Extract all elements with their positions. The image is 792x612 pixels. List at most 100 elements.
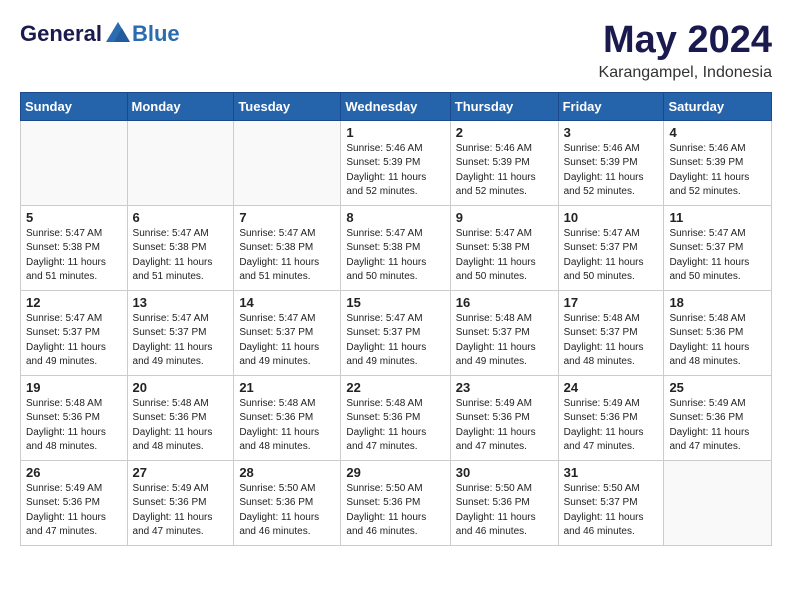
day-info: Sunrise: 5:47 AM Sunset: 5:37 PM Dayligh… [564,227,659,285]
day-cell: 24 Sunrise: 5:49 AM Sunset: 5:36 PM Dayli… [558,375,664,460]
day-cell: 30 Sunrise: 5:50 AM Sunset: 5:36 PM Dayli… [450,460,558,545]
day-number: 14 [239,295,335,310]
day-number: 29 [346,465,444,480]
day-cell: 23Sunrise: 5:49 AM Sunset: 5:36 PM Dayli… [450,375,558,460]
day-number: 24 [564,380,659,395]
day-number: 1 [346,125,444,140]
day-info: Sunrise: 5:47 AM Sunset: 5:38 PM Dayligh… [456,227,553,285]
day-number: 4 [669,125,766,140]
day-info: Sunrise: 5:47 AM Sunset: 5:37 PM Dayligh… [239,312,335,370]
day-cell: 4 Sunrise: 5:46 AM Sunset: 5:39 PM Daylig… [664,120,772,205]
day-number: 27 [133,465,229,480]
day-number: 22 [346,380,444,395]
day-info: Sunrise: 5:47 AM Sunset: 5:38 PM Dayligh… [133,227,229,285]
day-number: 28 [239,465,335,480]
day-number: 11 [669,210,766,225]
day-info: Sunrise: 5:46 AM Sunset: 5:39 PM Dayligh… [564,142,659,200]
day-cell: 26 Sunrise: 5:49 AM Sunset: 5:36 PM Dayli… [21,460,128,545]
calendar-table: SundayMondayTuesdayWednesdayThursdayFrid… [20,92,772,546]
day-info: Sunrise: 5:50 AM Sunset: 5:37 PM Dayligh… [564,482,659,540]
day-number: 8 [346,210,444,225]
day-info: Sunrise: 5:48 AM Sunset: 5:36 PM Dayligh… [133,397,229,455]
day-cell: 19 Sunrise: 5:48 AM Sunset: 5:36 PM Dayli… [21,375,128,460]
day-number: 13 [133,295,229,310]
day-cell: 17 Sunrise: 5:48 AM Sunset: 5:37 PM Dayli… [558,290,664,375]
day-number: 31 [564,465,659,480]
month-title: May 2024 [599,20,772,62]
day-info: Sunrise: 5:48 AM Sunset: 5:36 PM Dayligh… [239,397,335,455]
day-number: 9 [456,210,553,225]
day-info: Sunrise: 5:48 AM Sunset: 5:37 PM Dayligh… [564,312,659,370]
day-cell: 9 Sunrise: 5:47 AM Sunset: 5:38 PM Daylig… [450,205,558,290]
day-info: Sunrise: 5:50 AM Sunset: 5:36 PM Dayligh… [346,482,444,540]
day-info: Sunrise: 5:48 AM Sunset: 5:36 PM Dayligh… [26,397,122,455]
day-info: Sunrise: 5:49 AM Sunset: 5:36 PM Dayligh… [669,397,766,455]
title-block: May 2024 Karangampel, Indonesia [599,20,772,82]
day-cell: 31 Sunrise: 5:50 AM Sunset: 5:37 PM Dayli… [558,460,664,545]
week-row-2: 5 Sunrise: 5:47 AM Sunset: 5:38 PM Daylig… [21,205,772,290]
day-number: 5 [26,210,122,225]
day-cell: 20 Sunrise: 5:48 AM Sunset: 5:36 PM Dayli… [127,375,234,460]
day-number: 7 [239,210,335,225]
day-number: 25 [669,380,766,395]
day-number: 26 [26,465,122,480]
week-row-1: 1 Sunrise: 5:46 AM Sunset: 5:39 PM Daylig… [21,120,772,205]
day-info: Sunrise: 5:47 AM Sunset: 5:38 PM Dayligh… [239,227,335,285]
page-header: General Blue May 2024 Karangampel, Indon… [20,20,772,82]
day-cell: 11 Sunrise: 5:47 AM Sunset: 5:37 PM Dayli… [664,205,772,290]
day-cell: 12Sunrise: 5:47 AM Sunset: 5:37 PM Dayli… [21,290,128,375]
weekday-header-monday: Monday [127,92,234,120]
day-number: 2 [456,125,553,140]
weekday-header-friday: Friday [558,92,664,120]
day-cell: 7 Sunrise: 5:47 AM Sunset: 5:38 PM Daylig… [234,205,341,290]
day-info: Sunrise: 5:48 AM Sunset: 5:36 PM Dayligh… [346,397,444,455]
week-row-5: 26 Sunrise: 5:49 AM Sunset: 5:36 PM Dayli… [21,460,772,545]
day-info: Sunrise: 5:46 AM Sunset: 5:39 PM Dayligh… [346,142,444,200]
day-number: 23 [456,380,553,395]
day-cell: 2Sunrise: 5:46 AM Sunset: 5:39 PM Daylig… [450,120,558,205]
weekday-header-row: SundayMondayTuesdayWednesdayThursdayFrid… [21,92,772,120]
day-cell: 3 Sunrise: 5:46 AM Sunset: 5:39 PM Daylig… [558,120,664,205]
day-info: Sunrise: 5:46 AM Sunset: 5:39 PM Dayligh… [669,142,766,200]
weekday-header-sunday: Sunday [21,92,128,120]
day-number: 3 [564,125,659,140]
day-info: Sunrise: 5:48 AM Sunset: 5:37 PM Dayligh… [456,312,553,370]
logo: General Blue [20,20,180,48]
day-number: 19 [26,380,122,395]
day-cell [664,460,772,545]
day-number: 18 [669,295,766,310]
day-cell: 13Sunrise: 5:47 AM Sunset: 5:37 PM Dayli… [127,290,234,375]
day-cell [234,120,341,205]
day-info: Sunrise: 5:49 AM Sunset: 5:36 PM Dayligh… [564,397,659,455]
day-info: Sunrise: 5:47 AM Sunset: 5:38 PM Dayligh… [346,227,444,285]
day-cell: 14 Sunrise: 5:47 AM Sunset: 5:37 PM Dayli… [234,290,341,375]
logo-icon [104,20,132,48]
week-row-4: 19 Sunrise: 5:48 AM Sunset: 5:36 PM Dayli… [21,375,772,460]
day-cell: 16Sunrise: 5:48 AM Sunset: 5:37 PM Dayli… [450,290,558,375]
day-cell [21,120,128,205]
day-cell: 22 Sunrise: 5:48 AM Sunset: 5:36 PM Dayli… [341,375,450,460]
day-cell: 25 Sunrise: 5:49 AM Sunset: 5:36 PM Dayli… [664,375,772,460]
day-cell: 5 Sunrise: 5:47 AM Sunset: 5:38 PM Daylig… [21,205,128,290]
day-info: Sunrise: 5:48 AM Sunset: 5:36 PM Dayligh… [669,312,766,370]
day-cell: 28 Sunrise: 5:50 AM Sunset: 5:36 PM Dayli… [234,460,341,545]
day-info: Sunrise: 5:50 AM Sunset: 5:36 PM Dayligh… [456,482,553,540]
day-cell: 27Sunrise: 5:49 AM Sunset: 5:36 PM Dayli… [127,460,234,545]
day-number: 20 [133,380,229,395]
day-number: 17 [564,295,659,310]
location-text: Karangampel, Indonesia [599,64,772,82]
day-cell: 21 Sunrise: 5:48 AM Sunset: 5:36 PM Dayli… [234,375,341,460]
weekday-header-thursday: Thursday [450,92,558,120]
day-info: Sunrise: 5:50 AM Sunset: 5:36 PM Dayligh… [239,482,335,540]
day-cell: 8 Sunrise: 5:47 AM Sunset: 5:38 PM Daylig… [341,205,450,290]
day-info: Sunrise: 5:47 AM Sunset: 5:37 PM Dayligh… [669,227,766,285]
weekday-header-tuesday: Tuesday [234,92,341,120]
day-number: 30 [456,465,553,480]
day-number: 21 [239,380,335,395]
day-info: Sunrise: 5:47 AM Sunset: 5:37 PM Dayligh… [26,312,122,370]
day-info: Sunrise: 5:47 AM Sunset: 5:37 PM Dayligh… [346,312,444,370]
day-info: Sunrise: 5:49 AM Sunset: 5:36 PM Dayligh… [26,482,122,540]
day-number: 6 [133,210,229,225]
logo-general-text: General [20,21,102,47]
day-info: Sunrise: 5:47 AM Sunset: 5:38 PM Dayligh… [26,227,122,285]
